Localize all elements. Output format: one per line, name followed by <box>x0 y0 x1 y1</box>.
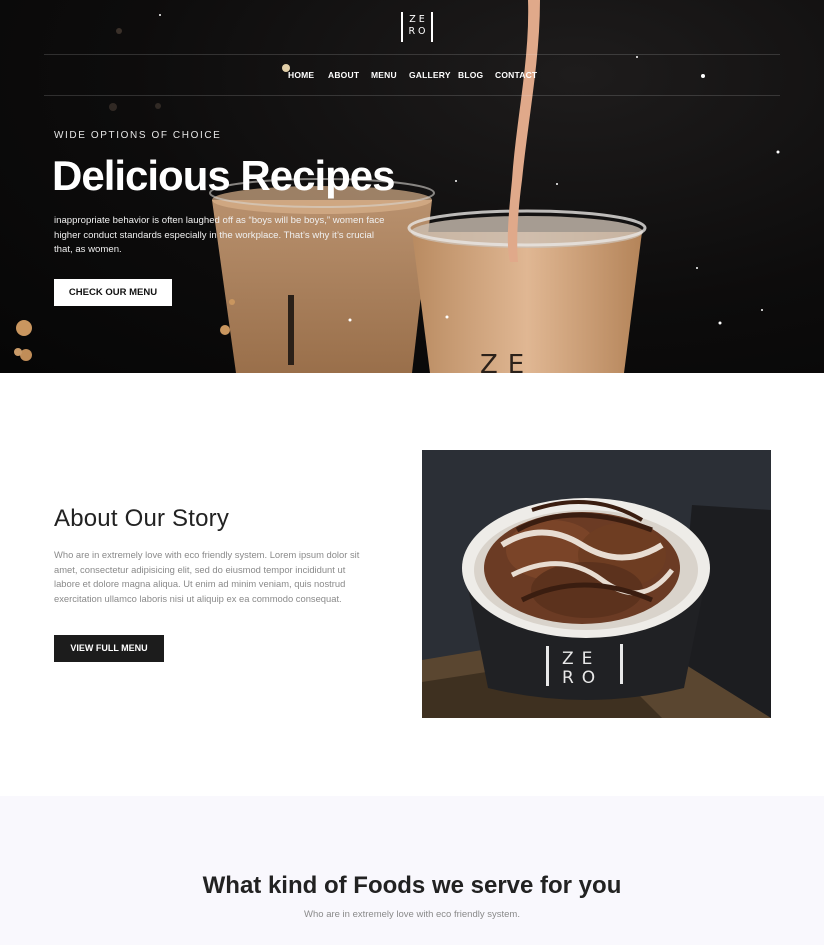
hero-title: Delicious Recipes <box>52 152 395 199</box>
logo-top-text: ZE <box>409 14 428 25</box>
nav-item-about[interactable]: ABOUT <box>328 65 359 85</box>
nav-item-gallery[interactable]: GALLERY <box>409 65 451 85</box>
check-menu-button[interactable]: CHECK OUR MENU <box>54 279 172 306</box>
nav-item-contact[interactable]: CONTACT <box>495 65 537 85</box>
about-description: Who are in extremely love with eco frien… <box>54 549 360 604</box>
view-full-menu-button[interactable]: VIEW FULL MENU <box>54 635 164 662</box>
about-title: About Our Story <box>54 505 230 532</box>
hero-description: inappropriate behavior is often laughed … <box>54 215 385 255</box>
main-nav: HOME ABOUT MENU GALLERY BLOG CONTACT <box>0 65 824 85</box>
foods-title: What kind of Foods we serve for you <box>202 872 622 899</box>
nav-item-menu[interactable]: MENU <box>371 65 397 85</box>
nav-divider-top <box>44 54 780 55</box>
nav-divider-bottom <box>44 95 780 96</box>
svg-text:ZE: ZE <box>480 350 534 373</box>
foods-subtitle: Who are in extremely love with eco frien… <box>304 909 520 920</box>
brand-logo[interactable]: ZE RO <box>401 12 433 42</box>
cup-logo-bottom-text: RO <box>562 668 603 688</box>
cup-logo-top-text: ZE <box>562 649 600 669</box>
foods-section <box>0 796 824 945</box>
dessert-cup-illustration: ZE RO <box>422 450 771 718</box>
hero-eyebrow: WIDE OPTIONS OF CHOICE <box>54 130 222 141</box>
dessert-cup-image: ZE RO <box>422 450 771 718</box>
nav-item-blog[interactable]: BLOG <box>458 65 483 85</box>
nav-item-home[interactable]: HOME <box>288 65 314 85</box>
hero-section: ZE ZE RO HOME ABOUT MENU GALLERY BLOG CO… <box>0 0 824 373</box>
logo-bottom-text: RO <box>408 26 429 37</box>
